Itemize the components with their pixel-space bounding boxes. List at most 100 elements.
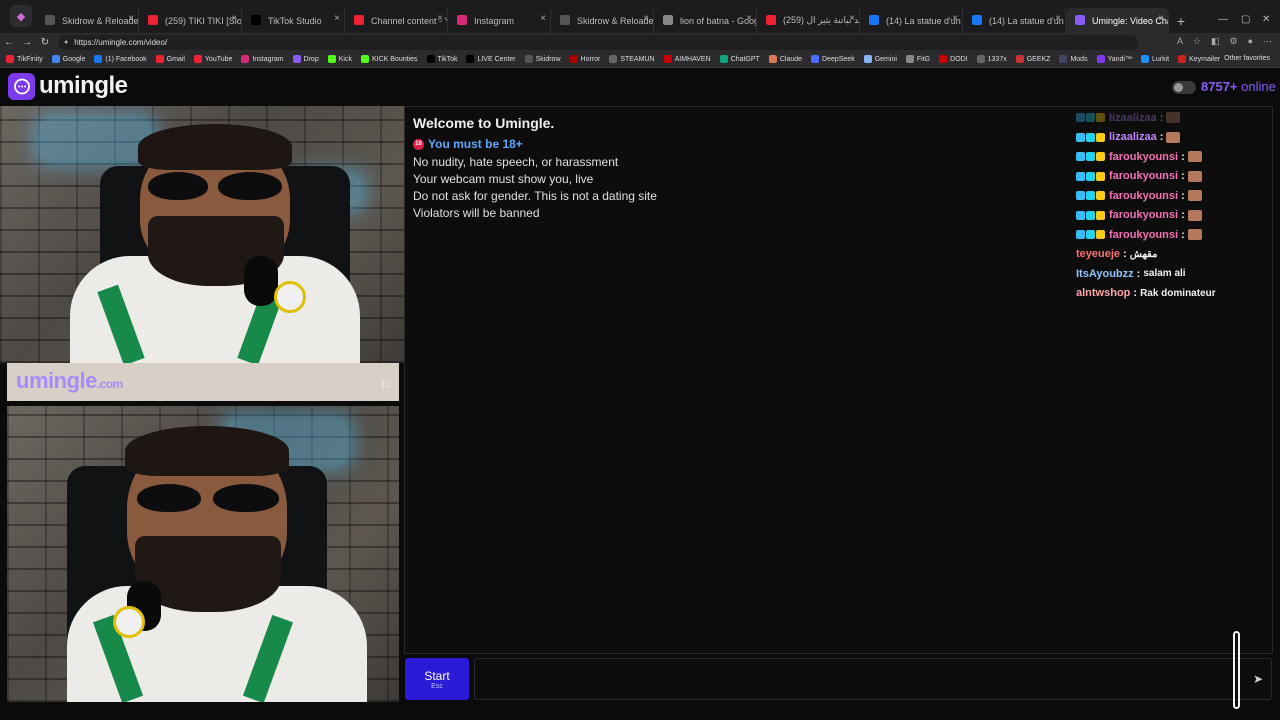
bookmark-favicon-icon bbox=[719, 55, 728, 63]
bookmark-item[interactable]: (1) Facebook bbox=[94, 55, 147, 63]
new-tab-button[interactable]: + bbox=[1169, 8, 1193, 33]
bookmark-item[interactable]: DODI bbox=[939, 55, 968, 63]
bookmark-item[interactable]: YouTube bbox=[193, 55, 232, 63]
tab-close-icon[interactable]: × bbox=[746, 13, 752, 24]
bookmark-item[interactable]: Instagram bbox=[241, 55, 284, 63]
chat-username[interactable]: teyeueje bbox=[1076, 248, 1120, 260]
bookmark-item[interactable]: TikTok bbox=[426, 55, 457, 63]
url-input[interactable]: ● https://umingle.com/video/ bbox=[58, 34, 1138, 50]
chat-username[interactable]: faroukyounsi bbox=[1109, 209, 1178, 221]
chat-username[interactable]: faroukyounsi bbox=[1109, 151, 1178, 163]
bookmark-item[interactable]: Keymailer bbox=[1178, 55, 1220, 63]
scroll-handle[interactable] bbox=[1233, 631, 1240, 709]
bookmark-item[interactable]: Kick bbox=[327, 55, 352, 63]
maximize-icon[interactable]: ▢ bbox=[1241, 14, 1250, 25]
tab-close-icon[interactable]: × bbox=[437, 13, 443, 24]
bookmark-item[interactable]: GEEKZ bbox=[1015, 55, 1050, 63]
chat-username[interactable]: ItsAyoubzz bbox=[1076, 268, 1134, 280]
sticker-thumbnail bbox=[1187, 209, 1202, 221]
more-menu-icon[interactable]: ⋯ bbox=[1263, 36, 1272, 47]
chat-username[interactable]: faroukyounsi bbox=[1109, 170, 1178, 182]
chat-username[interactable]: lizaalizaa bbox=[1109, 112, 1157, 124]
extensions-icon[interactable]: ◧ bbox=[1211, 36, 1220, 47]
site-logo-text[interactable]: umingle bbox=[39, 72, 128, 100]
bookmark-item[interactable]: Gemini bbox=[863, 55, 897, 63]
close-window-icon[interactable]: ✕ bbox=[1262, 14, 1270, 25]
bookmark-item[interactable]: Lurkit bbox=[1140, 55, 1169, 63]
sticker-thumbnail bbox=[1187, 190, 1202, 202]
tab-close-icon[interactable]: × bbox=[952, 13, 958, 24]
bookmark-item[interactable]: 1337x bbox=[976, 55, 1007, 63]
browser-tab[interactable]: lion of batna - Google Search× bbox=[654, 8, 757, 33]
tab-favicon-icon bbox=[457, 15, 467, 25]
bookmark-item[interactable]: Gmail bbox=[155, 55, 185, 63]
translate-icon[interactable]: A bbox=[1177, 36, 1183, 47]
bookmark-item[interactable]: FitG bbox=[905, 55, 931, 63]
chat-message-input[interactable] bbox=[474, 658, 1272, 700]
bookmark-item[interactable]: KICK Bounties bbox=[360, 55, 418, 63]
bookmark-item[interactable]: TikFinity bbox=[6, 55, 43, 63]
bookmark-item[interactable]: AIMHAVEN bbox=[663, 55, 711, 63]
back-icon[interactable]: ← bbox=[0, 37, 18, 48]
bookmark-label: Drop bbox=[303, 55, 319, 63]
browser-tab[interactable]: (259) TIKI TIKI [Slowed] - Yo× bbox=[139, 8, 242, 33]
bookmark-favicon-icon bbox=[976, 55, 985, 63]
reload-icon[interactable]: ↻ bbox=[36, 37, 54, 48]
tab-favicon-icon bbox=[560, 15, 570, 25]
tab-close-icon[interactable]: × bbox=[334, 13, 340, 24]
site-info-icon[interactable]: ● bbox=[64, 39, 68, 46]
chat-bubble-logo-icon[interactable] bbox=[8, 73, 35, 100]
browser-tab[interactable]: TikTok Studio × bbox=[242, 8, 345, 33]
chat-username[interactable]: lizaalizaa bbox=[1109, 131, 1157, 143]
chat-username[interactable]: faroukyounsi bbox=[1109, 190, 1178, 202]
tab-close-icon[interactable]: × bbox=[540, 13, 546, 24]
bookmark-item[interactable]: Skidrow bbox=[524, 55, 561, 63]
send-icon[interactable]: ➤ bbox=[1253, 672, 1263, 686]
browser-tab[interactable]: Umingle: Video Chat wi× bbox=[1066, 8, 1169, 33]
chat-separator: : bbox=[1136, 267, 1141, 280]
browser-menu-icon[interactable]: ◆ bbox=[10, 5, 32, 27]
bookmark-item[interactable]: Yandi™ bbox=[1096, 55, 1132, 63]
bookmark-label: TikFinity bbox=[17, 55, 43, 63]
tab-close-icon[interactable]: × bbox=[128, 13, 134, 24]
tab-close-icon[interactable]: × bbox=[1055, 13, 1061, 24]
bookmark-item[interactable]: ChatGPT bbox=[719, 55, 760, 63]
theme-toggle[interactable] bbox=[1172, 81, 1196, 94]
start-button[interactable]: Start Esc bbox=[405, 658, 469, 700]
tab-close-icon[interactable]: × bbox=[643, 13, 649, 24]
bookmark-item[interactable]: DeepSeek bbox=[811, 55, 855, 63]
other-favorites[interactable]: Other favorites bbox=[1224, 55, 1270, 62]
report-flag-icon[interactable]: ⚐ bbox=[380, 379, 391, 393]
user-badges bbox=[1076, 191, 1105, 201]
bookmark-item[interactable]: Horror bbox=[569, 55, 600, 63]
tab-close-icon[interactable]: × bbox=[1158, 13, 1164, 24]
forward-icon[interactable]: → bbox=[18, 37, 36, 48]
browser-tab[interactable]: Skidrow & Reloaded Games× bbox=[36, 8, 139, 33]
settings-icon[interactable]: ⚙ bbox=[1229, 36, 1237, 47]
browser-tab[interactable]: Channel content - YouTube× bbox=[345, 8, 448, 33]
badge-icon bbox=[1086, 171, 1095, 181]
bookmark-item[interactable]: Google bbox=[51, 55, 85, 63]
video-brand-bar: umingle.com ⚐ bbox=[7, 363, 399, 401]
user-badges bbox=[1076, 113, 1105, 123]
bookmark-item[interactable]: Mods bbox=[1059, 55, 1088, 63]
minimize-icon[interactable]: — bbox=[1218, 14, 1228, 25]
chat-username[interactable]: faroukyounsi bbox=[1109, 229, 1178, 241]
bookmark-label: FitG bbox=[916, 55, 931, 63]
bookmark-favicon-icon bbox=[1178, 55, 1187, 63]
tab-label: TikTok Studio bbox=[268, 15, 322, 26]
bookmark-item[interactable]: LIVE Center bbox=[466, 55, 516, 63]
tab-close-icon[interactable]: × bbox=[849, 13, 855, 24]
bookmark-item[interactable]: Claude bbox=[768, 55, 802, 63]
profile-icon[interactable]: ● bbox=[1248, 36, 1253, 47]
tab-close-icon[interactable]: × bbox=[231, 13, 237, 24]
browser-tab[interactable]: (14) La statue d'un lion a Ba× bbox=[963, 8, 1066, 33]
browser-tab[interactable]: (14) La statue d'un lion a Ba× bbox=[860, 8, 963, 33]
chat-username[interactable]: alntwshop bbox=[1076, 287, 1130, 299]
browser-tab[interactable]: (259) تمثال الأسد بباتنة يثير ال× bbox=[757, 8, 860, 33]
browser-tab[interactable]: Skidrow & Reloaded Games× bbox=[551, 8, 654, 33]
browser-tab[interactable]: Instagram × bbox=[448, 8, 551, 33]
star-icon[interactable]: ☆ bbox=[1193, 36, 1201, 47]
bookmark-item[interactable]: Drop bbox=[292, 55, 319, 63]
bookmark-item[interactable]: STEAMUN bbox=[609, 55, 655, 63]
